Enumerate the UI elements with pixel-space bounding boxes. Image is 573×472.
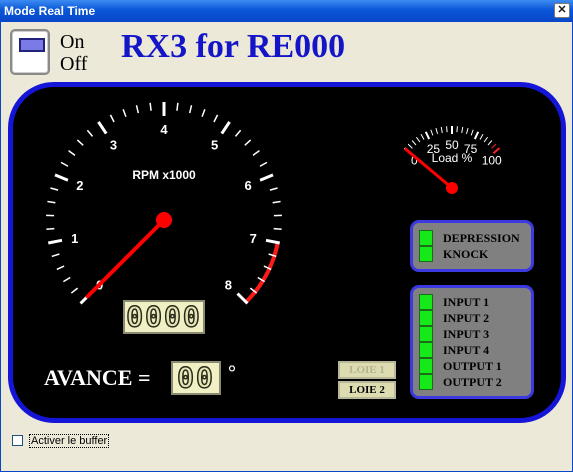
minor-tick — [76, 139, 84, 146]
major-tick — [259, 173, 274, 182]
output-1-label: OUTPUT 1 — [443, 359, 502, 373]
redline-arc — [244, 242, 280, 304]
load-minor-tick — [407, 143, 413, 149]
load-minor-tick — [440, 126, 443, 133]
major-tick — [47, 238, 63, 245]
minor-tick — [149, 102, 152, 111]
output-2-led — [419, 374, 433, 390]
advance-lcd-display: 00 — [171, 361, 221, 395]
load-minor-tick — [416, 136, 421, 143]
degree-symbol: ° — [228, 362, 236, 384]
knock-label: KNOCK — [443, 247, 489, 261]
minor-tick — [176, 102, 179, 111]
load-minor-tick — [446, 126, 448, 133]
minor-tick — [272, 200, 281, 204]
load-minor-tick — [430, 129, 434, 136]
load-major-tick — [473, 131, 480, 140]
minor-tick — [51, 253, 60, 258]
load-minor-tick — [470, 129, 474, 136]
minor-tick — [252, 150, 260, 156]
tachometer: 012345678 — [46, 102, 282, 305]
status-indicators-panel: DEPRESSION KNOCK — [410, 220, 534, 272]
input-3-led — [419, 326, 433, 342]
input-2-label: INPUT 2 — [443, 311, 490, 325]
minor-tick — [60, 161, 69, 167]
load-minor-tick — [483, 136, 488, 143]
input-4-label: INPUT 4 — [443, 343, 490, 357]
tachometer-tick-label: 1 — [71, 231, 78, 246]
loie-1-indicator: LOIE 1 — [338, 361, 396, 379]
tachometer-tick-label: 2 — [76, 178, 83, 193]
tachometer-tick-label: 6 — [244, 178, 251, 193]
major-tick — [265, 238, 281, 245]
input-4-led — [419, 342, 433, 358]
rpm-lcd-display: 0000 — [123, 300, 205, 334]
major-tick — [236, 292, 249, 305]
input-2-led — [419, 310, 433, 326]
load-major-tick — [492, 147, 501, 155]
minor-tick — [50, 187, 59, 191]
depression-label: DEPRESSION — [443, 231, 520, 245]
minor-tick — [86, 129, 94, 137]
load-minor-tick — [479, 134, 484, 140]
load-tick-label: 50 — [445, 138, 459, 152]
major-tick — [220, 121, 231, 135]
tachometer-label: RPM x1000 — [132, 168, 196, 182]
major-tick — [97, 121, 108, 135]
minor-tick — [244, 139, 252, 146]
major-tick — [54, 173, 69, 182]
tachometer-tick-label: 8 — [225, 277, 232, 292]
minor-tick — [46, 227, 55, 231]
minor-tick — [122, 109, 127, 118]
tachometer-hub — [156, 212, 172, 228]
knock-led — [419, 246, 433, 262]
buffer-checkbox-label[interactable]: Activer le buffer — [29, 434, 110, 448]
minor-tick — [234, 129, 242, 137]
minor-tick — [109, 114, 115, 123]
depression-led — [419, 230, 433, 246]
load-minor-tick — [487, 140, 493, 146]
input-1-led — [419, 294, 433, 310]
tachometer-tick-label: 4 — [160, 122, 168, 137]
tachometer-tick-label: 5 — [211, 137, 218, 152]
minor-tick — [135, 105, 140, 114]
minor-tick — [68, 150, 76, 156]
load-gauge-label: Load % — [432, 151, 473, 165]
minor-tick — [56, 265, 65, 271]
output-1-led — [419, 358, 433, 374]
load-minor-tick — [456, 126, 458, 133]
tachometer-tick-label: 7 — [250, 231, 257, 246]
minor-tick — [201, 109, 206, 118]
load-minor-tick — [466, 127, 469, 135]
loie-2-indicator: LOIE 2 — [338, 381, 396, 399]
tachometer-tick-label: 3 — [110, 137, 117, 152]
load-minor-tick — [461, 126, 464, 133]
tachometer-needle — [85, 218, 166, 299]
load-minor-tick — [420, 134, 425, 140]
load-tick-label: 100 — [482, 154, 502, 168]
load-minor-tick — [435, 127, 438, 135]
input-3-label: INPUT 3 — [443, 327, 490, 341]
advance-lcd-value: 00 — [176, 361, 215, 394]
output-2-label: OUTPUT 2 — [443, 375, 502, 389]
load-hub — [446, 182, 458, 194]
buffer-checkbox[interactable] — [12, 435, 23, 446]
minor-tick — [259, 161, 268, 167]
load-major-tick — [424, 131, 431, 140]
minor-tick — [47, 200, 56, 204]
avance-label: AVANCE = — [44, 365, 151, 390]
minor-tick — [62, 276, 71, 283]
load-minor-tick — [411, 140, 417, 146]
rpm-lcd-value: 0000 — [126, 300, 202, 333]
minor-tick — [188, 105, 193, 114]
minor-tick — [213, 114, 219, 123]
io-indicators-panel: INPUT 1 INPUT 2 INPUT 3 INPUT 4 OUTPUT 1… — [410, 285, 534, 399]
minor-tick — [269, 187, 278, 191]
minor-tick — [273, 227, 282, 231]
load-minor-tick — [491, 143, 497, 149]
input-1-label: INPUT 1 — [443, 295, 490, 309]
minor-tick — [70, 287, 79, 294]
